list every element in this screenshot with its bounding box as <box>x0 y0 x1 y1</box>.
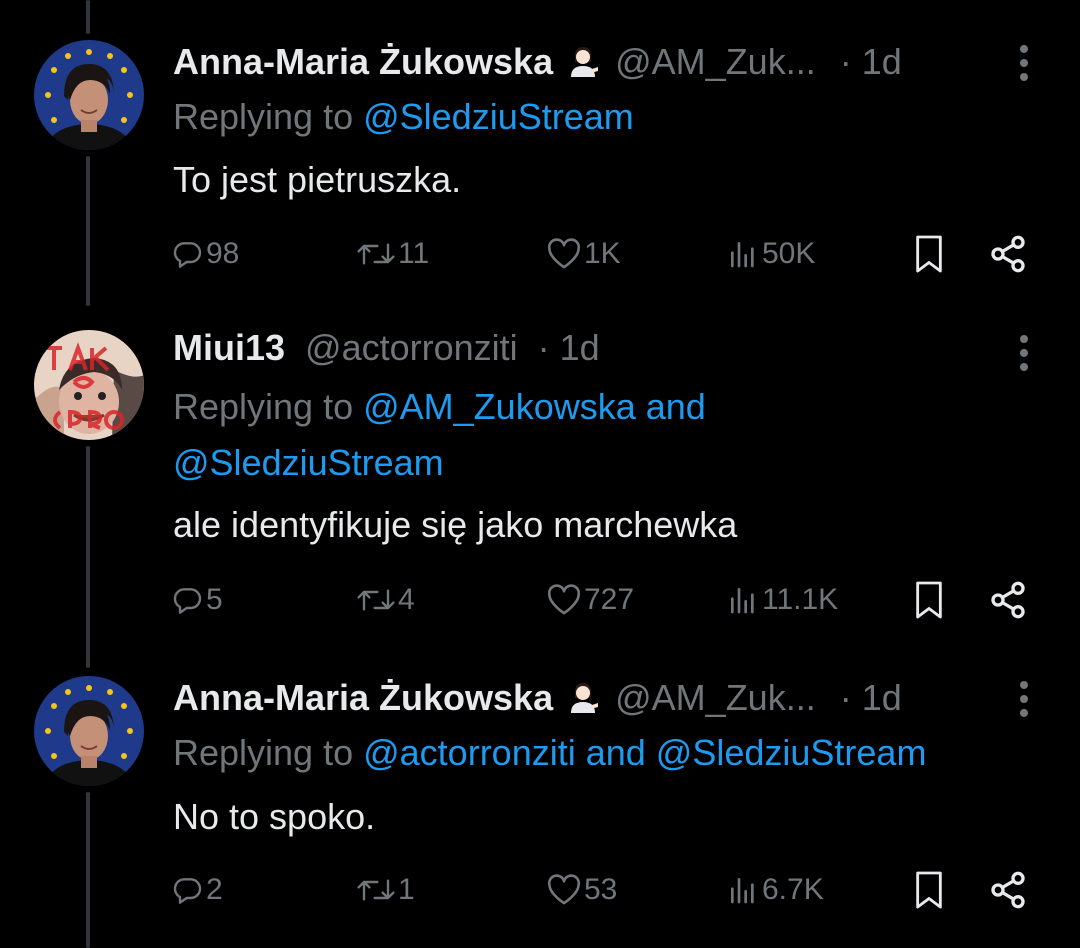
tweet-text: ale identyfikuje się jako marchewka <box>173 504 738 545</box>
bookmark-icon <box>916 871 942 909</box>
retweet-icon <box>357 589 395 611</box>
like-button[interactable]: 1K <box>546 232 621 276</box>
views-icon <box>731 242 754 268</box>
bookmark-button[interactable] <box>912 232 946 276</box>
views-button[interactable]: 50K <box>726 232 815 276</box>
handle[interactable]: @AM_Zuk... <box>615 41 816 82</box>
replying-to: Replying to @actorronziti and @SledziuSt… <box>173 725 926 781</box>
mention-link[interactable]: @SledziuStream <box>173 442 444 483</box>
info-emoji-icon <box>567 680 599 724</box>
reply-button[interactable]: 2 <box>172 868 223 912</box>
more-icon[interactable] <box>1012 333 1036 373</box>
like-count: 1K <box>584 237 621 270</box>
like-button[interactable]: 53 <box>546 868 617 912</box>
view-count: 50K <box>762 237 816 270</box>
avatar[interactable] <box>34 40 144 150</box>
view-count: 6.7K <box>762 873 824 906</box>
replying-to-label: Replying to <box>173 732 364 773</box>
display-name[interactable]: Anna-Maria Żukowska <box>173 677 553 718</box>
bookmark-button[interactable] <box>912 578 946 622</box>
timestamp[interactable]: · 1d <box>538 327 600 368</box>
views-button[interactable]: 6.7K <box>726 868 824 912</box>
bookmark-icon <box>916 581 942 619</box>
like-icon <box>547 584 581 615</box>
bookmark-icon <box>916 235 942 273</box>
reply-count: 2 <box>206 873 223 906</box>
mention-link[interactable]: @SledziuStream <box>363 96 634 137</box>
display-name[interactable]: Anna-Maria Żukowska <box>173 41 553 82</box>
retweet-icon <box>357 243 395 265</box>
timestamp[interactable]: · 1d <box>840 677 902 718</box>
tweet-header: Anna-Maria Żukowska @AM_Zuk... · 1d <box>173 676 902 724</box>
reply-count: 98 <box>206 237 240 270</box>
reply-icon <box>173 878 202 904</box>
reply-icon <box>173 242 202 268</box>
tweet-header: Miui13 @actorronziti · 1d <box>173 326 600 370</box>
action-bar: 98 11 1K 50K <box>0 232 1080 276</box>
tweet-header: Anna-Maria Żukowska @AM_Zuk... · 1d <box>173 40 902 88</box>
mention-link[interactable]: @AM_Zukowska and <box>363 386 706 427</box>
retweet-count: 4 <box>398 583 415 616</box>
more-icon[interactable] <box>1012 679 1036 719</box>
retweet-button[interactable]: 1 <box>356 868 415 912</box>
view-count: 11.1K <box>762 583 839 616</box>
info-emoji-icon <box>567 44 599 88</box>
retweet-icon <box>357 879 395 901</box>
reply-icon <box>173 588 202 614</box>
share-icon <box>991 581 1025 619</box>
handle[interactable]: @actorronziti <box>305 327 518 368</box>
thread-line-top <box>86 0 90 34</box>
views-icon <box>731 878 754 904</box>
retweet-count: 1 <box>398 873 415 906</box>
thread-line-1 <box>86 156 90 306</box>
like-icon <box>547 238 581 269</box>
share-button[interactable] <box>988 868 1028 912</box>
retweet-button[interactable]: 11 <box>356 232 429 276</box>
reply-button[interactable]: 98 <box>172 232 239 276</box>
like-count: 53 <box>584 873 618 906</box>
replying-to-continued: @SledziuStream <box>173 435 444 491</box>
avatar[interactable] <box>34 330 144 440</box>
replying-to: Replying to @SledziuStream <box>173 89 634 145</box>
mention-link[interactable]: @actorronziti and @SledziuStream <box>363 732 926 773</box>
handle[interactable]: @AM_Zuk... <box>615 677 816 718</box>
share-icon <box>991 871 1025 909</box>
more-icon[interactable] <box>1012 43 1036 83</box>
views-icon <box>731 588 754 614</box>
share-icon <box>991 235 1025 273</box>
reply-button[interactable]: 5 <box>172 578 223 622</box>
views-button[interactable]: 11.1K <box>726 578 838 622</box>
display-name[interactable]: Miui13 <box>173 327 285 368</box>
retweet-count: 11 <box>398 237 430 270</box>
tweet-text: No to spoko. <box>173 796 376 837</box>
replying-to-label: Replying to <box>173 96 364 137</box>
thread-line-2 <box>86 446 90 668</box>
bookmark-button[interactable] <box>912 868 946 912</box>
like-icon <box>547 874 581 905</box>
reply-count: 5 <box>206 583 223 616</box>
timestamp[interactable]: · 1d <box>840 41 902 82</box>
action-bar: 2 1 53 6.7K <box>0 868 1080 912</box>
like-button[interactable]: 727 <box>546 578 634 622</box>
action-bar: 5 4 727 11.1K <box>0 578 1080 622</box>
replying-to: Replying to @AM_Zukowska and <box>173 379 706 435</box>
retweet-button[interactable]: 4 <box>356 578 415 622</box>
share-button[interactable] <box>988 578 1028 622</box>
share-button[interactable] <box>988 232 1028 276</box>
like-count: 727 <box>584 583 635 616</box>
replying-to-label: Replying to <box>173 386 364 427</box>
tweet-text: To jest pietruszka. <box>173 159 462 200</box>
avatar[interactable] <box>34 676 144 786</box>
